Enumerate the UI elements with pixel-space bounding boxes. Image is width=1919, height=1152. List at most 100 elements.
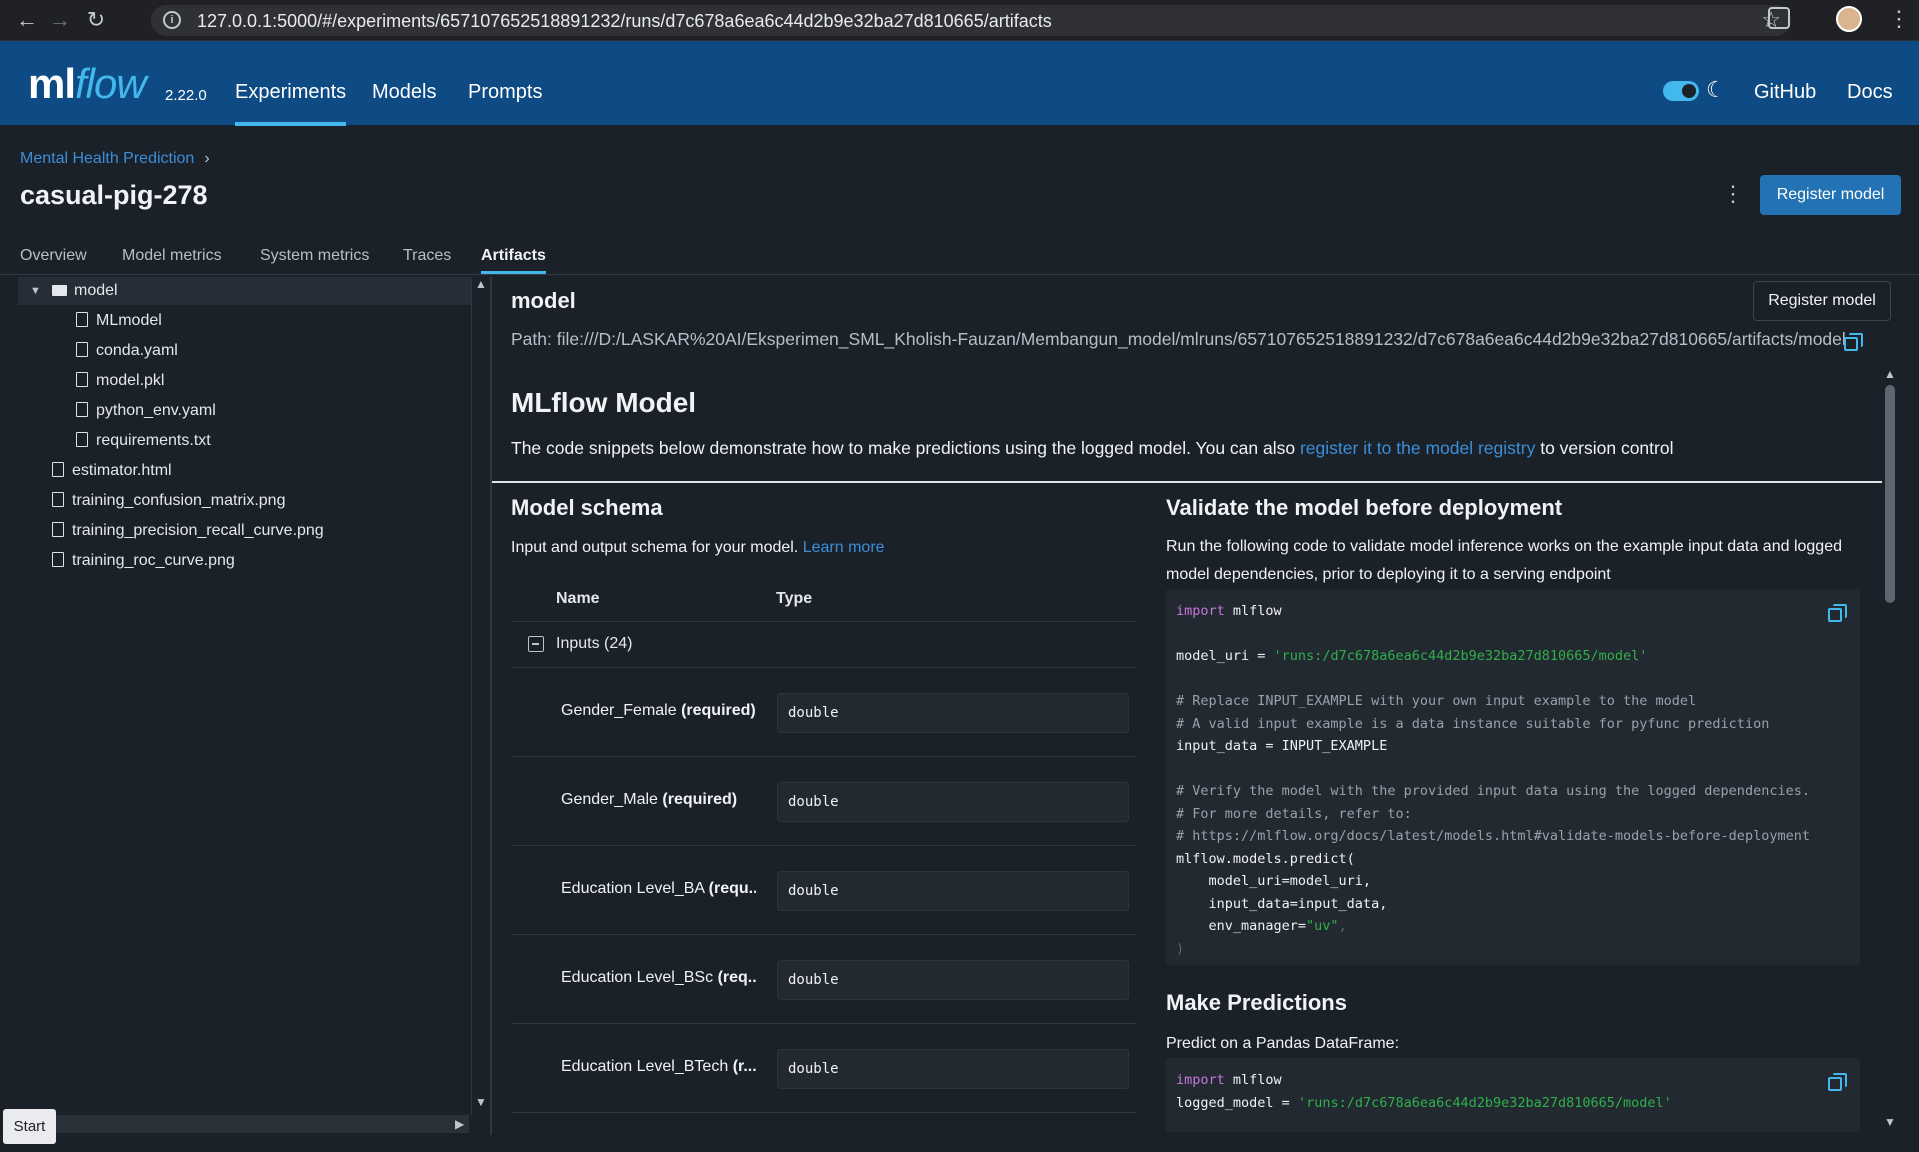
page-title: casual-pig-278	[20, 180, 208, 210]
code-token: input_data = INPUT_EXAMPLE	[1176, 738, 1388, 754]
tab-system-metrics[interactable]: System metrics	[260, 247, 369, 265]
artifact-path: Path: file:///D:/LASKAR%20AI/Eksperimen_…	[511, 329, 1846, 349]
artifact-title: model	[511, 288, 576, 313]
scroll-thumb[interactable]	[1885, 385, 1895, 603]
col-type: Type	[776, 590, 813, 607]
more-options-icon[interactable]: ⋮	[1722, 183, 1744, 205]
scroll-down-icon[interactable]: ▼	[475, 1095, 487, 1109]
register-model-secondary-button[interactable]: Register model	[1753, 281, 1891, 321]
nav-experiments[interactable]: Experiments	[235, 81, 347, 126]
file-icon	[76, 372, 88, 387]
tab-artifacts[interactable]: Artifacts	[481, 247, 546, 274]
predictions-description: Predict on a Pandas DataFrame:	[1166, 1035, 1400, 1052]
tab-model-metrics[interactable]: Model metrics	[122, 247, 222, 265]
tab-traces[interactable]: Traces	[403, 247, 451, 265]
validate-description: Run the following code to validate model…	[1166, 538, 1842, 583]
nav-prompts[interactable]: Prompts	[468, 81, 542, 104]
code-file-icon	[76, 402, 88, 417]
scroll-up-icon[interactable]: ▲	[1884, 367, 1896, 381]
field-name: Education Level_BTech (r...	[561, 1058, 756, 1076]
field-type: double	[777, 960, 1129, 1000]
site-info-icon[interactable]: i	[163, 11, 181, 29]
collapse-icon[interactable]	[528, 636, 544, 652]
schema-table-header: Name Type	[511, 577, 1136, 622]
code-comment: # Replace INPUT_EXAMPLE with your own in…	[1176, 693, 1697, 709]
tree-label: python_env.yaml	[96, 402, 216, 419]
dark-mode-toggle[interactable]	[1663, 81, 1699, 101]
github-link[interactable]: GitHub	[1754, 81, 1816, 104]
validate-heading: Validate the model before deployment	[1166, 495, 1563, 520]
caret-down-icon[interactable]: ▼	[30, 277, 52, 305]
copy-code-icon[interactable]	[1828, 1073, 1847, 1091]
address-bar[interactable]: i 127.0.0.1:5000/#/experiments/657107652…	[151, 5, 1791, 36]
field-name: Education Level_BA (requ...	[561, 880, 756, 898]
inputs-group-row[interactable]: Inputs (24)	[511, 622, 1136, 668]
tree-file-roc-curve[interactable]: training_roc_curve.png	[18, 547, 235, 575]
learn-more-link[interactable]: Learn more	[803, 539, 885, 556]
tree-label: MLmodel	[96, 312, 162, 329]
extensions-icon[interactable]	[1768, 7, 1790, 29]
field-name-text: Education Level_BA	[561, 880, 705, 897]
scroll-right-icon[interactable]: ▶	[455, 1117, 464, 1131]
browser-menu-icon[interactable]: ⋮	[1888, 6, 1910, 32]
tree-file-model-pkl[interactable]: model.pkl	[18, 367, 164, 395]
tree-file-mlmodel[interactable]: MLmodel	[18, 307, 162, 335]
scroll-up-icon[interactable]: ▲	[475, 277, 487, 291]
register-model-button[interactable]: Register model	[1760, 175, 1901, 215]
required-tag: (req...	[717, 969, 756, 986]
code-token: "uv"	[1306, 918, 1339, 934]
logo-ml: ml	[28, 60, 76, 107]
back-icon[interactable]: ←	[14, 8, 40, 32]
inputs-label: Inputs (24)	[556, 635, 633, 652]
breadcrumb: Mental Health Prediction ›	[20, 150, 210, 168]
required-tag: (required)	[681, 702, 756, 719]
reload-icon[interactable]: ↻	[83, 8, 109, 32]
breadcrumb-experiment-link[interactable]: Mental Health Prediction	[20, 150, 194, 167]
desc-text: The code snippets below demonstrate how …	[511, 438, 1300, 458]
field-name: Education Level_BSc (req...	[561, 969, 756, 987]
field-name-text: Gender_Female	[561, 702, 677, 719]
schema-row: Education Level_BSc (req... double	[511, 935, 1136, 1024]
tree-file-conda[interactable]: conda.yaml	[18, 337, 178, 365]
tab-overview[interactable]: Overview	[20, 247, 87, 265]
docs-link[interactable]: Docs	[1847, 81, 1893, 104]
tree-file-precision-recall[interactable]: training_precision_recall_curve.png	[18, 517, 324, 545]
code-token: env_manager=	[1176, 918, 1307, 934]
scroll-down-icon[interactable]: ▼	[1884, 1115, 1896, 1129]
tree-horizontal-scrollbar[interactable]: ▶	[55, 1115, 469, 1133]
col-name: Name	[556, 590, 600, 607]
copy-path-icon[interactable]	[1844, 333, 1863, 351]
field-type: double	[777, 1049, 1129, 1089]
artifact-view: model Register model Path: file:///D:/LA…	[492, 277, 1919, 1135]
required-tag: (requ...	[708, 880, 756, 897]
tree-label: training_precision_recall_curve.png	[72, 522, 324, 539]
tree-vertical-scrollbar[interactable]: ▲ ▼	[471, 277, 489, 1115]
code-comment: # https://mlflow.org/docs/latest/models.…	[1176, 828, 1810, 844]
schema-desc-text: Input and output schema for your model.	[511, 539, 799, 556]
tree-folder-model[interactable]: ▼ model	[18, 277, 471, 305]
code-token: mlflow.models.predict(	[1176, 850, 1355, 867]
file-icon	[52, 462, 64, 477]
field-name-text: Education Level_BSc	[561, 969, 714, 986]
code-token: model_uri	[1176, 648, 1250, 664]
tree-file-requirements[interactable]: requirements.txt	[18, 427, 211, 455]
image-file-icon	[52, 552, 64, 567]
url-text[interactable]: 127.0.0.1:5000/#/experiments/65710765251…	[197, 11, 1052, 32]
forward-icon[interactable]: →	[47, 8, 73, 32]
nav-models[interactable]: Models	[372, 81, 436, 104]
field-type: double	[777, 871, 1129, 911]
code-comment: # Verify the model with the provided inp…	[1176, 783, 1810, 799]
version-label: 2.22.0	[165, 87, 207, 104]
start-button[interactable]: Start	[3, 1109, 56, 1144]
profile-avatar[interactable]	[1836, 6, 1862, 32]
mlflow-logo[interactable]: mlflow	[28, 60, 147, 107]
register-registry-link[interactable]: register it to the model registry	[1300, 438, 1535, 458]
copy-code-icon[interactable]	[1828, 604, 1847, 622]
tree-file-confusion-matrix[interactable]: training_confusion_matrix.png	[18, 487, 285, 515]
tree-file-python-env[interactable]: python_env.yaml	[18, 397, 216, 425]
required-tag: (required)	[662, 791, 738, 808]
content-scrollbar[interactable]: ▲ ▼	[1881, 367, 1899, 1132]
tree-label: requirements.txt	[96, 432, 211, 449]
tree-file-estimator[interactable]: estimator.html	[18, 457, 172, 485]
code-token: 'runs:/d7c678a6ea6c44d2b9e32ba27d810665/…	[1273, 648, 1648, 664]
